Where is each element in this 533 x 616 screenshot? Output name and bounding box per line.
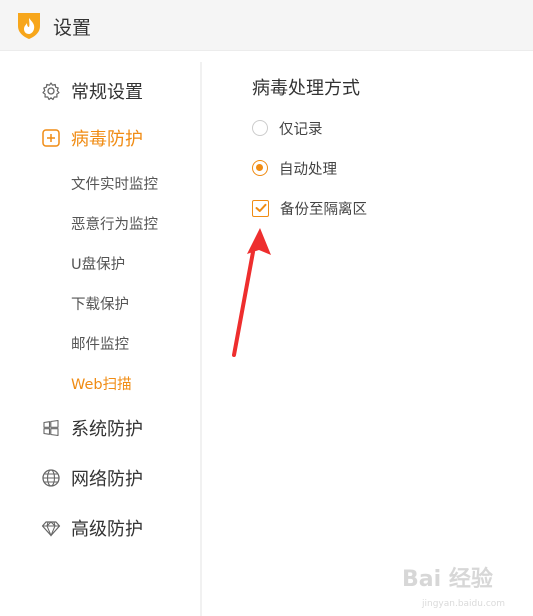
checkbox-option-backup-quarantine[interactable]: 备份至隔离区 bbox=[252, 198, 367, 218]
red-annotation-arrow bbox=[232, 228, 271, 357]
shield-flame-logo-icon bbox=[18, 13, 40, 39]
radio-label: 仅记录 bbox=[279, 121, 323, 138]
sidebar-nav: 常规设置 病毒防护 文件实时监控 恶意行为监控 U盘保护 下载保护 邮件监控 W… bbox=[0, 51, 200, 616]
sidebar-subitem-mail-monitor[interactable]: 邮件监控 bbox=[71, 335, 129, 355]
windows-icon bbox=[43, 419, 59, 437]
window-title: 设置 bbox=[53, 17, 92, 39]
sidebar-item-label: 病毒防护 bbox=[71, 129, 143, 150]
gear-icon bbox=[42, 82, 60, 101]
sidebar-item-system-protection[interactable]: 系统防护 bbox=[41, 415, 143, 441]
sidebar-item-advanced-protection[interactable]: 高级防护 bbox=[41, 515, 143, 541]
sidebar-divider bbox=[200, 62, 202, 616]
checkmark-icon bbox=[255, 203, 266, 212]
sidebar-subitem-usb-protection[interactable]: U盘保护 bbox=[71, 255, 125, 275]
plus-square-icon bbox=[42, 129, 60, 147]
diamond-icon bbox=[41, 521, 61, 537]
section-title-virus-handling: 病毒处理方式 bbox=[252, 78, 360, 99]
checkbox-checked[interactable] bbox=[252, 199, 269, 217]
sidebar-item-virus-protection[interactable]: 病毒防护 bbox=[41, 125, 143, 151]
sidebar-item-network-protection[interactable]: 网络防护 bbox=[41, 465, 143, 491]
baidu-jingyan-watermark: Bai 经验 jingyan.baidu.com bbox=[402, 566, 505, 609]
checkbox-label: 备份至隔离区 bbox=[280, 201, 367, 218]
sidebar-item-label: 系统防护 bbox=[71, 419, 143, 440]
radio-option-auto-handle[interactable]: 自动处理 bbox=[252, 158, 337, 178]
sidebar-item-general-settings[interactable]: 常规设置 bbox=[41, 78, 143, 104]
sidebar-item-label: 常规设置 bbox=[71, 82, 143, 103]
sidebar-subitem-malicious-behavior-monitor[interactable]: 恶意行为监控 bbox=[71, 215, 158, 235]
title-bar: 设置 bbox=[0, 0, 533, 51]
radio-button-checked[interactable] bbox=[252, 160, 268, 176]
sidebar-subitem-download-protection[interactable]: 下载保护 bbox=[71, 295, 129, 315]
radio-option-log-only[interactable]: 仅记录 bbox=[252, 118, 323, 138]
watermark-subtext: jingyan.baidu.com bbox=[421, 599, 505, 609]
globe-icon bbox=[42, 469, 60, 487]
sidebar-subitem-file-realtime-monitor[interactable]: 文件实时监控 bbox=[71, 175, 158, 195]
radio-button-unchecked[interactable] bbox=[252, 120, 268, 136]
sidebar-item-label: 网络防护 bbox=[71, 469, 143, 490]
sidebar-subitem-web-scan[interactable]: Web扫描 bbox=[71, 375, 132, 395]
sidebar-item-label: 高级防护 bbox=[71, 519, 143, 540]
radio-label: 自动处理 bbox=[279, 161, 337, 178]
watermark-text: Bai 经验 bbox=[402, 566, 493, 592]
